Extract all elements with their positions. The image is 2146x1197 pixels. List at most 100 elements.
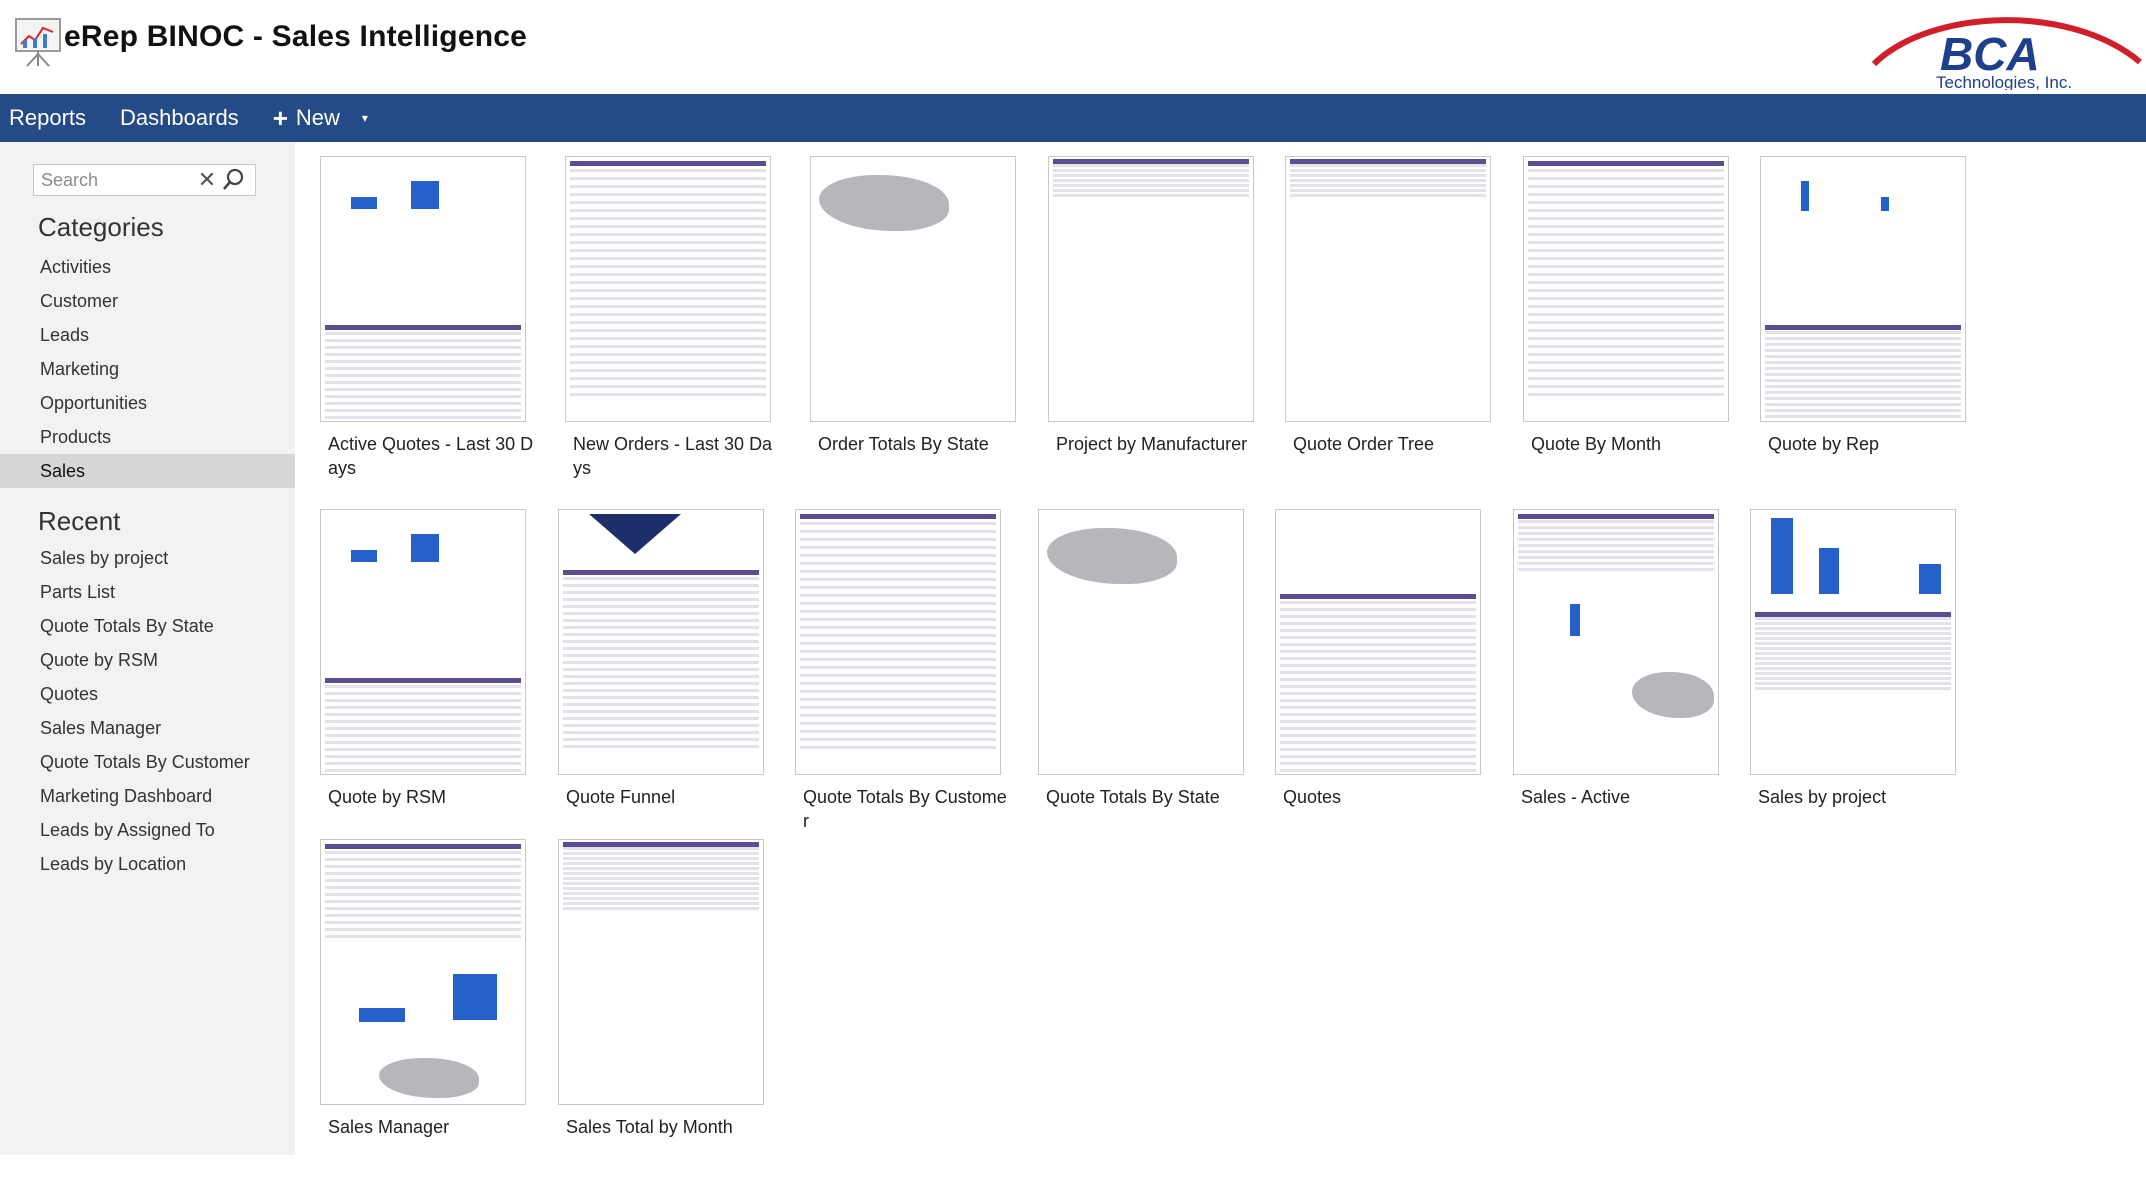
thumb-row [1765,409,1961,412]
thumb-row [800,698,996,701]
report-thumbnail [1285,156,1491,422]
recent-item[interactable]: Quotes [0,677,295,711]
thumb-row [563,619,759,622]
report-tile[interactable]: Sales by project [1742,509,1972,809]
thumb-row [800,610,996,613]
thumb-row [563,862,759,865]
thumb-row [1528,193,1724,196]
recent-item[interactable]: Parts List [0,575,295,609]
thumb-row [1528,353,1724,356]
recent-item[interactable]: Quote Totals By State [0,609,295,643]
thumb-map [1047,528,1177,584]
report-label: Project by Manufacturer [1056,434,1248,454]
report-tile[interactable]: Quote by RSM [312,509,542,809]
thumb-row [1765,337,1961,340]
thumb-row [570,265,766,268]
thumb-row [1280,769,1476,772]
category-item-activities[interactable]: Activities [0,250,295,284]
category-item-marketing[interactable]: Marketing [0,352,295,386]
report-tile[interactable]: Quote Totals By Customer [787,509,1017,833]
category-item-opportunities[interactable]: Opportunities [0,386,295,420]
nav-new-button[interactable]: + New ▾ [264,94,377,142]
report-tile[interactable]: Sales Total by Month [550,839,780,1139]
thumb-row [563,696,759,699]
thumb-row [1765,379,1961,382]
thumb-row [1053,184,1249,187]
thumb-row [1053,174,1249,177]
report-tile[interactable]: Quote Order Tree [1277,156,1507,456]
thumb-row [570,161,766,166]
report-thumbnail [558,509,764,775]
thumb-row [800,682,996,685]
thumb-row [325,769,521,772]
thumb-row [570,201,766,204]
thumb-row [1280,636,1476,639]
thumb-row [563,626,759,629]
thumb-row [570,225,766,228]
search-input[interactable] [34,169,194,191]
report-label: Sales by project [1758,787,1887,807]
report-thumbnail [320,839,526,1105]
report-tile[interactable]: Quote Totals By State [1030,509,1260,809]
search-icon[interactable] [220,167,246,193]
report-tile[interactable]: Quotes [1267,509,1497,809]
thumb-row [325,699,521,702]
report-tile[interactable]: Sales Manager [312,839,542,1139]
thumb-row [800,554,996,557]
thumb-row [563,857,759,860]
report-tile[interactable]: Active Quotes - Last 30 Days [312,156,542,480]
recent-item[interactable]: Leads by Assigned To [0,813,295,847]
main-nav: Reports Dashboards + New ▾ [0,94,2146,142]
thumb-row [1528,273,1724,276]
report-thumbnail [1513,509,1719,775]
thumb-row [1528,241,1724,244]
thumb-row [563,897,759,900]
thumb-bar [1919,564,1941,594]
report-tile[interactable]: Project by Manufacturer [1040,156,1270,456]
thumb-row [1528,289,1724,292]
category-item-customer[interactable]: Customer [0,284,295,318]
report-tile[interactable]: Quote By Month [1515,156,1745,456]
report-tile[interactable]: Order Totals By State [802,156,1032,456]
thumb-row [1755,622,1951,625]
thumb-row [563,605,759,608]
thumb-row [563,882,759,885]
thumb-bar [1570,604,1580,636]
thumb-row [1280,762,1476,765]
thumb-row [325,914,521,917]
recent-item[interactable]: Marketing Dashboard [0,779,295,813]
report-tile[interactable]: Sales - Active [1505,509,1735,809]
thumb-row [563,675,759,678]
report-thumbnail [320,156,526,422]
report-thumbnail [565,156,771,422]
report-tile[interactable]: Quote by Rep [1752,156,1982,456]
caret-down-icon[interactable]: ▾ [362,111,368,125]
thumb-row [563,877,759,880]
report-tile[interactable]: Quote Funnel [550,509,780,809]
recent-item[interactable]: Sales by project [0,541,295,575]
recent-item[interactable]: Quote by RSM [0,643,295,677]
thumb-row [1280,713,1476,716]
recent-item[interactable]: Quote Totals By Customer [0,745,295,779]
category-item-products[interactable]: Products [0,420,295,454]
report-tile[interactable]: New Orders - Last 30 Days [557,156,787,480]
thumb-row [1765,355,1961,358]
nav-reports[interactable]: Reports [0,94,95,142]
thumb-row [563,633,759,636]
thumb-row [1528,281,1724,284]
thumb-row [800,658,996,661]
report-label: Quote Totals By Customer [803,787,1007,831]
thumb-row [1755,687,1951,690]
thumb-row [325,381,521,384]
thumb-row [563,668,759,671]
thumb-row [1755,632,1951,635]
category-item-leads[interactable]: Leads [0,318,295,352]
thumb-row [1528,169,1724,172]
recent-item[interactable]: Leads by Location [0,847,295,881]
category-item-sales[interactable]: Sales [0,454,295,488]
clear-icon[interactable]: ✕ [194,167,220,193]
thumb-row [1280,755,1476,758]
nav-dashboards[interactable]: Dashboards [111,94,248,142]
recent-item[interactable]: Sales Manager [0,711,295,745]
thumb-row [1528,265,1724,268]
